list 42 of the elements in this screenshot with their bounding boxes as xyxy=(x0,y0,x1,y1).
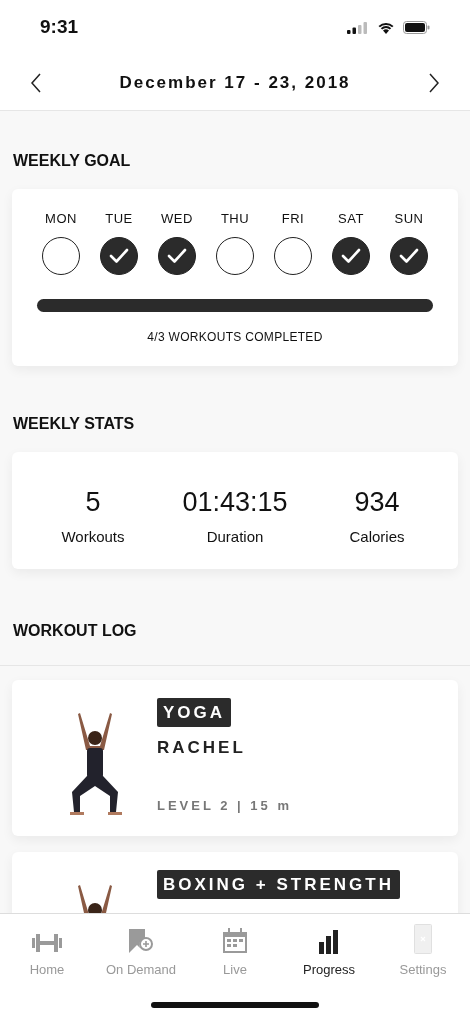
tab-button[interactable]: Settings xyxy=(376,924,470,980)
stat-label: Calories xyxy=(349,527,405,547)
section-title: WORKOUT LOG xyxy=(12,620,138,641)
stat-value: 5 xyxy=(85,485,101,519)
tab-button[interactable]: On Demand xyxy=(94,924,188,980)
stat-label: Workouts xyxy=(61,527,125,547)
category-tag: BOXING + STRENGTH xyxy=(157,869,400,899)
signal-icon xyxy=(347,21,369,34)
battery-icon xyxy=(403,21,430,34)
next-week-button[interactable] xyxy=(428,72,440,93)
wifi-icon xyxy=(377,21,395,34)
day-label: THU xyxy=(220,210,250,228)
check-icon xyxy=(399,247,419,264)
instructor-name: RACHEL xyxy=(157,737,247,759)
dumbbell-icon xyxy=(32,932,62,954)
bar-chart-icon xyxy=(319,930,339,954)
date-range-title: December 17 - 23, 2018 xyxy=(119,71,351,94)
day-label: WED xyxy=(161,210,193,228)
bookmark-plus-icon xyxy=(128,928,154,954)
day-label: SUN xyxy=(394,210,424,228)
check-icon xyxy=(109,247,129,264)
goal-summary: 4/3 WORKOUTS COMPLETED xyxy=(146,328,324,346)
section-title: WEEKLY GOAL xyxy=(12,151,132,171)
category-tag: YOGA xyxy=(157,697,232,727)
tab-button[interactable]: Progress xyxy=(282,924,376,980)
stat-label: Duration xyxy=(206,527,264,547)
section-title: WEEKLY STATS xyxy=(12,413,136,434)
day-label: MON xyxy=(45,210,77,228)
previous-week-button[interactable] xyxy=(30,72,42,93)
stat-value: 01:43:15 xyxy=(182,485,288,519)
check-icon xyxy=(167,247,187,264)
day-label: FRI xyxy=(281,210,305,228)
stat-value: 934 xyxy=(354,485,400,519)
tab-button[interactable]: Home xyxy=(0,924,94,980)
tab-button[interactable]: Live xyxy=(188,924,282,980)
workout-details: LEVEL 2 | 15 m xyxy=(157,796,292,815)
check-icon xyxy=(341,247,361,264)
status-time: 9:31 xyxy=(40,15,79,40)
day-label: TUE xyxy=(105,210,133,228)
phone-icon xyxy=(414,924,432,954)
day-label: SAT xyxy=(338,210,364,228)
calendar-icon xyxy=(222,928,248,954)
